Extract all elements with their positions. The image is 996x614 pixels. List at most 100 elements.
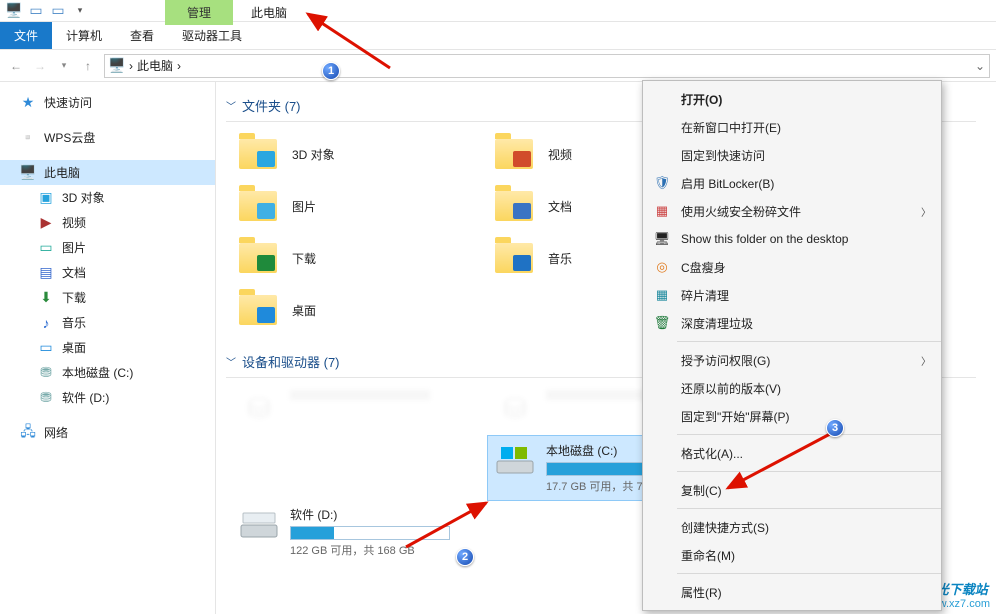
quick-access-toolbar: 🖥️ ▭ ▭ ▾: [0, 3, 94, 19]
title-bar: 🖥️ ▭ ▭ ▾: [0, 0, 996, 22]
cm-deep-clean[interactable]: 🗑深度清理垃圾: [643, 309, 941, 337]
folder-label: 图片: [292, 198, 316, 215]
pc-icon: 🖥️: [109, 58, 125, 74]
cube-icon: ▣: [38, 190, 54, 206]
sidebar-item-label: 文档: [62, 264, 86, 281]
ribbon-tab-drive-tools[interactable]: 驱动器工具: [168, 22, 256, 49]
app-icon: 🖥️: [6, 3, 22, 19]
qat-dropdown-icon[interactable]: ▾: [72, 3, 88, 19]
annotation-arrow-3: [720, 428, 840, 498]
folder-item[interactable]: 桌面: [232, 284, 488, 336]
ribbon-tab-file[interactable]: 文件: [0, 22, 52, 49]
chevron-down-icon: ﹀: [226, 98, 236, 113]
qat-item[interactable]: ▭: [28, 3, 44, 19]
annotation-arrow-1: [300, 6, 400, 76]
nav-forward-button[interactable]: →: [30, 56, 50, 76]
cm-huorong-shred[interactable]: ▦使用火绒安全粉碎文件〉: [643, 197, 941, 225]
sidebar-item-wps[interactable]: ▫️ WPS云盘: [0, 125, 215, 150]
annotation-badge-2: 2: [456, 548, 474, 566]
cm-properties[interactable]: 属性(R): [643, 578, 941, 606]
sidebar-item-this-pc[interactable]: 🖥️ 此电脑: [0, 160, 215, 185]
sidebar-item-label: 3D 对象: [62, 189, 105, 206]
sidebar-item-music[interactable]: ♪音乐: [0, 310, 215, 335]
sidebar-item-label: 网络: [44, 424, 68, 441]
sidebar-item-desktop[interactable]: ▭桌面: [0, 335, 215, 360]
doc-icon: ▤: [38, 265, 54, 281]
breadcrumb-sep: ›: [129, 59, 133, 73]
video-icon: ▶: [38, 215, 54, 231]
nav-recent-dropdown[interactable]: ▾: [54, 56, 74, 76]
disk-clean-icon: ◎: [653, 258, 671, 276]
navigation-pane: ★ 快速访问 ▫️ WPS云盘 🖥️ 此电脑 ▣ 3D 对象 ▶视频 ▭图片 ▤ 文…: [0, 82, 216, 614]
cm-restore-previous[interactable]: 还原以前的版本(V): [643, 374, 941, 402]
address-bar-row: ← → ▾ ↑ 🖥️ › 此电脑 › ⌄: [0, 50, 996, 82]
cm-open-new-window[interactable]: 在新窗口中打开(E): [643, 113, 941, 141]
sidebar-item-label: WPS云盘: [44, 129, 95, 146]
folder-item[interactable]: 图片: [232, 180, 488, 232]
cm-label: 复制(C): [681, 482, 722, 499]
sidebar-item-pictures[interactable]: ▭图片: [0, 235, 215, 260]
cm-create-shortcut[interactable]: 创建快捷方式(S): [643, 513, 941, 541]
cm-separator: [677, 508, 941, 509]
sidebar-item-quick-access[interactable]: ★ 快速访问: [0, 90, 215, 115]
doc-icon: ▫️: [20, 130, 36, 146]
sidebar-item-drive-c[interactable]: ⛃本地磁盘 (C:): [0, 360, 215, 385]
chevron-right-icon: 〉: [921, 204, 931, 219]
nav-arrows: ← → ▾ ↑: [6, 56, 98, 76]
cm-open[interactable]: 打开(O): [643, 85, 941, 113]
pc-icon: 🖥️: [20, 165, 36, 181]
sidebar-item-drive-d[interactable]: ⛃软件 (D:): [0, 385, 215, 410]
trash-icon: 🗑: [653, 314, 671, 332]
folder-icon: [236, 290, 280, 330]
folder-icon: [492, 134, 536, 174]
cm-label: C盘瘦身: [681, 259, 726, 276]
annotation-badge-3: 3: [826, 419, 844, 437]
ribbon-contextual-row: 管理 此电脑: [165, 0, 305, 22]
folder-label: 视频: [548, 146, 572, 163]
folder-item[interactable]: 3D 对象: [232, 128, 488, 180]
breadcrumb-location[interactable]: 此电脑: [137, 57, 173, 74]
cm-c-slim[interactable]: ◎ C盘瘦身: [643, 253, 941, 281]
context-menu: 打开(O) 在新窗口中打开(E) 固定到快速访问 🛡启用 BitLocker(B…: [642, 80, 942, 611]
ribbon-contextual-tab-manage[interactable]: 管理: [165, 0, 233, 25]
drive-icon: ⛁: [503, 392, 526, 425]
cm-label: 碎片清理: [681, 287, 729, 304]
cm-bitlocker[interactable]: 🛡启用 BitLocker(B): [643, 169, 941, 197]
folder-label: 文档: [548, 198, 572, 215]
window-title: 此电脑: [233, 0, 305, 25]
qat-item[interactable]: ▭: [50, 3, 66, 19]
nav-back-button[interactable]: ←: [6, 56, 26, 76]
sidebar-item-documents[interactable]: ▤ 文档: [0, 260, 215, 285]
network-icon: 🖧: [20, 425, 36, 441]
sidebar-item-label: 此电脑: [44, 164, 80, 181]
chevron-down-icon: ﹀: [226, 354, 236, 369]
cm-label: 在新窗口中打开(E): [681, 119, 781, 136]
sidebar-item-videos[interactable]: ▶视频: [0, 210, 215, 235]
drive-icon: ⛁: [247, 392, 270, 425]
drive-usage-fill: [291, 527, 334, 539]
cm-rename[interactable]: 重命名(M): [643, 541, 941, 569]
sidebar-item-3d[interactable]: ▣ 3D 对象: [0, 185, 215, 210]
cm-pin-start[interactable]: 固定到"开始"屏幕(P): [643, 402, 941, 430]
cm-label: Show this folder on the desktop: [681, 232, 848, 246]
ribbon-tab-computer[interactable]: 计算机: [52, 22, 116, 49]
drive-item-hidden[interactable]: ⛁: [232, 384, 488, 432]
sidebar-item-label: 软件 (D:): [62, 389, 109, 406]
cm-show-desktop[interactable]: 🖥Show this folder on the desktop: [643, 225, 941, 253]
nav-up-button[interactable]: ↑: [78, 56, 98, 76]
sidebar-item-network[interactable]: 🖧 网络: [0, 420, 215, 445]
cm-label: 属性(R): [681, 584, 722, 601]
cm-pin-quick-access[interactable]: 固定到快速访问: [643, 141, 941, 169]
folder-item[interactable]: 下载: [232, 232, 488, 284]
grid-icon: ▦: [653, 202, 671, 220]
address-bar[interactable]: 🖥️ › 此电脑 › ⌄: [104, 54, 990, 78]
breadcrumb-sep: ›: [177, 59, 181, 73]
address-dropdown-icon[interactable]: ⌄: [975, 59, 985, 73]
sidebar-item-downloads[interactable]: ⬇下载: [0, 285, 215, 310]
cm-label: 创建快捷方式(S): [681, 519, 769, 536]
cm-label: 重命名(M): [681, 547, 735, 564]
cm-grant-access[interactable]: 授予访问权限(G)〉: [643, 346, 941, 374]
folder-label: 下载: [292, 250, 316, 267]
ribbon-tab-view[interactable]: 查看: [116, 22, 168, 49]
cm-defrag[interactable]: ▦碎片清理: [643, 281, 941, 309]
